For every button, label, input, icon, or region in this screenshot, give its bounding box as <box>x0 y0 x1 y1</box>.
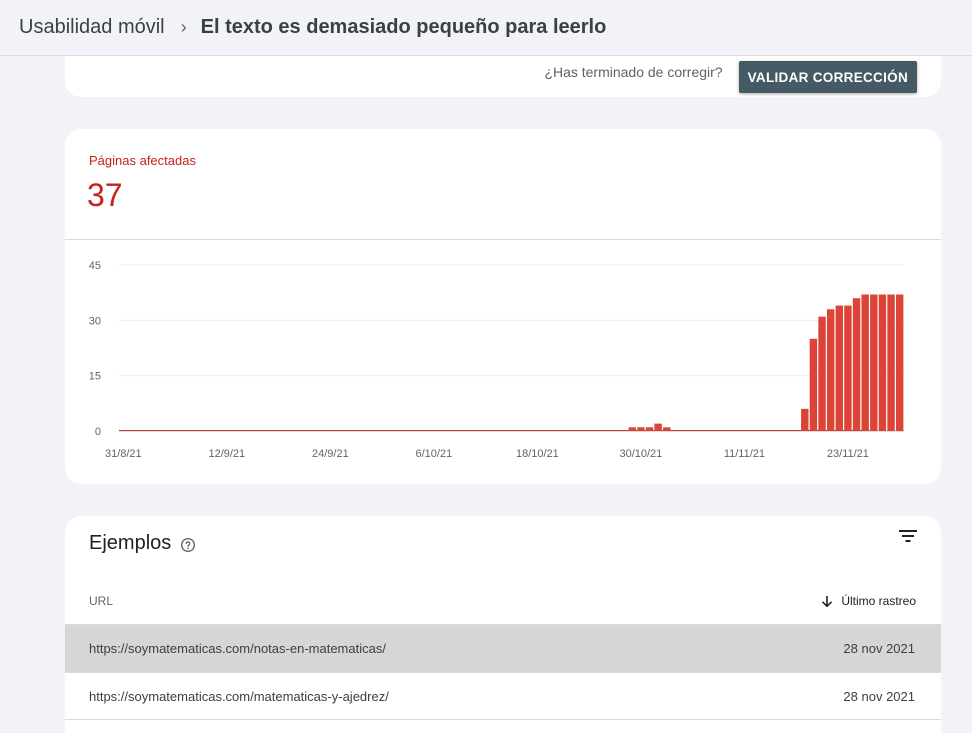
chart-bar <box>835 305 844 431</box>
breadcrumb-parent[interactable]: Usabilidad móvil <box>19 16 165 39</box>
chart-y-tick-label: 15 <box>89 371 101 383</box>
chart-x-tick-label: 30/10/21 <box>619 448 662 460</box>
chart-x-tick-label: 24/9/21 <box>312 448 349 460</box>
chart-y-tick-label: 45 <box>89 260 101 272</box>
chart-y-tick-label: 0 <box>95 426 101 438</box>
arrow-down-icon <box>822 595 833 607</box>
breadcrumb-separator: › <box>180 17 187 37</box>
chart-x-tick-label: 6/10/21 <box>416 448 453 460</box>
chart-bar <box>861 294 869 431</box>
examples-card: Ejemplos URL Último rastreo https://soym… <box>65 516 941 733</box>
chart-x-tick-label: 31/8/21 <box>105 448 142 460</box>
chart-bar <box>801 408 809 431</box>
column-header-last-crawl-label: Último rastreo <box>841 594 916 608</box>
validation-question: ¿Has terminado de corregir? <box>544 64 723 80</box>
help-circle-icon[interactable] <box>180 537 196 553</box>
filter-icon[interactable] <box>899 529 917 543</box>
chart-bar <box>887 294 895 431</box>
examples-title: Ejemplos <box>89 532 172 554</box>
examples-header: Ejemplos <box>89 532 196 555</box>
chart-bar <box>818 316 826 431</box>
chart-bar <box>870 294 878 431</box>
affected-pages-chart: 0 15 30 45 31/8/21 12/9/21 24/9/21 6/10/21 18/10… <box>89 260 904 460</box>
chart-bar <box>844 305 852 431</box>
row-url: https://soymatematicas.com/matematicas-y… <box>89 688 389 704</box>
table-header: URL Último rastreo <box>65 578 941 624</box>
chart-x-tick-label: 23/11/21 <box>827 448 869 460</box>
chart-bar <box>663 427 671 431</box>
validate-fix-button[interactable]: VALIDAR CORRECCIÓN <box>738 61 917 93</box>
chart-bar <box>628 427 636 431</box>
chart-x-tick-label: 12/9/21 <box>208 448 245 460</box>
chart-y-tick-label: 30 <box>89 315 101 327</box>
chart-bar <box>878 294 887 431</box>
chart-bar <box>645 427 654 431</box>
page-header: Usabilidad móvil › El texto es demasiado… <box>0 0 972 56</box>
chart-bar <box>637 427 645 431</box>
affected-pages-card: Páginas afectadas 37 0 15 30 45 31/8/21 12/9/… <box>65 129 941 484</box>
chart-bar <box>654 423 662 431</box>
chart-x-tick-label: 11/11/21 <box>724 448 765 460</box>
table-row[interactable]: https://soymatematicas.com/matematicas-y… <box>65 672 941 720</box>
row-date: 28 nov 2021 <box>843 688 915 704</box>
table-row[interactable]: https://soymatematicas.com/notas-en-mate… <box>65 624 941 672</box>
chart-x-tick-label: 18/10/21 <box>516 448 559 460</box>
chart-bar <box>809 338 818 431</box>
validation-row: ¿Has terminado de corregir? VALIDAR CORR… <box>544 51 917 93</box>
chart-bar <box>826 309 835 431</box>
chart-bar <box>852 298 861 431</box>
row-date: 28 nov 2021 <box>843 641 915 656</box>
page-title: El texto es demasiado pequeño para leerl… <box>200 16 607 38</box>
row-url: https://soymatematicas.com/notas-en-mate… <box>89 641 386 656</box>
column-header-last-crawl[interactable]: Último rastreo <box>821 594 916 608</box>
column-header-url: URL <box>89 594 114 608</box>
chart-bar <box>895 294 904 431</box>
